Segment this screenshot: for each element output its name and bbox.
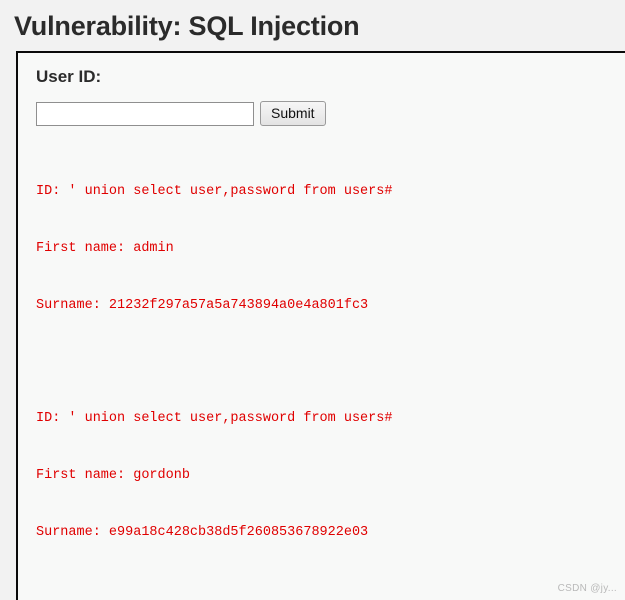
- user-id-label: User ID:: [36, 67, 102, 86]
- page-title: Vulnerability: SQL Injection: [14, 11, 360, 41]
- query-results: ID: ' union select user,password from us…: [36, 144, 625, 600]
- result-id: ID: ' union select user,password from us…: [36, 184, 393, 199]
- vulnerability-panel: User ID: Submit ID: ' union select user,…: [16, 51, 625, 600]
- result-surname: Surname: e99a18c428cb38d5f260853678922e0…: [36, 525, 369, 540]
- submit-button[interactable]: Submit: [260, 101, 326, 126]
- result-surname: Surname: 21232f297a57a5a743894a0e4a801fc…: [36, 298, 369, 313]
- user-id-input[interactable]: [36, 101, 254, 126]
- result-first-name: First name: gordonb: [36, 468, 190, 483]
- sql-injection-page: Vulnerability: SQL Injection User ID: Su…: [0, 0, 625, 600]
- result-id: ID: ' union select user,password from us…: [36, 411, 393, 426]
- result-block: ID: ' union select user,password from us…: [36, 144, 625, 353]
- result-first-name: First name: admin: [36, 241, 174, 256]
- result-block: ID: ' union select user,password from us…: [36, 371, 625, 580]
- user-id-form: Submit: [36, 101, 625, 126]
- panel-content: User ID: Submit ID: ' union select user,…: [18, 53, 625, 600]
- watermark: CSDN @jy...: [557, 583, 617, 594]
